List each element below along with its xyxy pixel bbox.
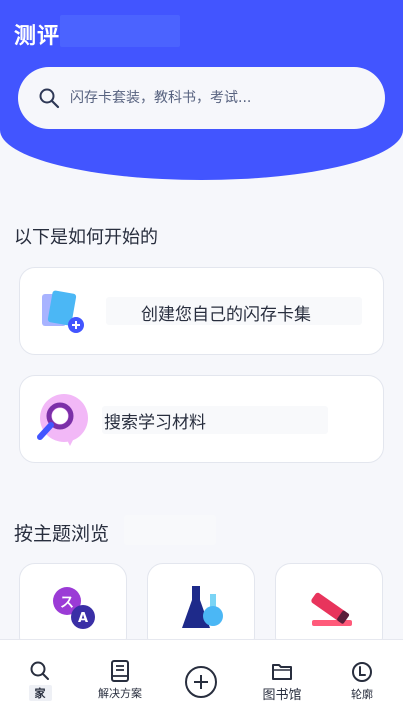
search-icon	[39, 88, 60, 109]
search-materials-icon	[37, 394, 88, 446]
search-bar[interactable]	[18, 67, 385, 129]
bottom-nav: 家 解决方案 图书馆 轮廓	[0, 639, 403, 717]
create-flashcards-label: 创建您自己的闪存卡集	[141, 305, 311, 325]
home-search-icon	[30, 661, 49, 680]
create-plus-icon	[185, 666, 217, 698]
science-icon	[182, 586, 223, 628]
nav-profile[interactable]: 轮廓	[342, 640, 382, 717]
nav-library-label: 图书馆	[262, 688, 302, 703]
search-input[interactable]	[68, 89, 362, 107]
nav-home-label: 家	[28, 685, 52, 701]
create-flashcards-icon	[42, 290, 84, 333]
folder-icon	[272, 664, 292, 680]
search-materials-card[interactable]: 搜索学习材料	[19, 375, 384, 463]
search-materials-label: 搜索学习材料	[104, 413, 206, 433]
browse-heading: 按主题浏览	[14, 523, 110, 545]
nav-create[interactable]	[183, 640, 219, 717]
languages-icon: ス A	[53, 587, 95, 629]
title-highlight	[60, 15, 180, 47]
nav-home[interactable]: 家	[20, 640, 60, 717]
page-title: 测评	[14, 24, 61, 49]
nav-solutions-label: 解决方案	[98, 687, 142, 700]
nav-solutions[interactable]: 解决方案	[90, 640, 150, 717]
getting-started-heading: 以下是如何开始的	[14, 227, 158, 248]
nav-profile-label: 轮廓	[351, 688, 373, 701]
profile-icon	[352, 662, 372, 682]
svg-text:ス: ス	[60, 595, 74, 611]
create-flashcards-card[interactable]: 创建您自己的闪存卡集	[19, 267, 384, 355]
book-icon	[111, 660, 129, 682]
heading-highlight	[124, 515, 216, 545]
svg-text:A: A	[78, 611, 88, 626]
nav-library[interactable]: 图书馆	[254, 640, 310, 717]
arts-icon	[311, 592, 352, 626]
